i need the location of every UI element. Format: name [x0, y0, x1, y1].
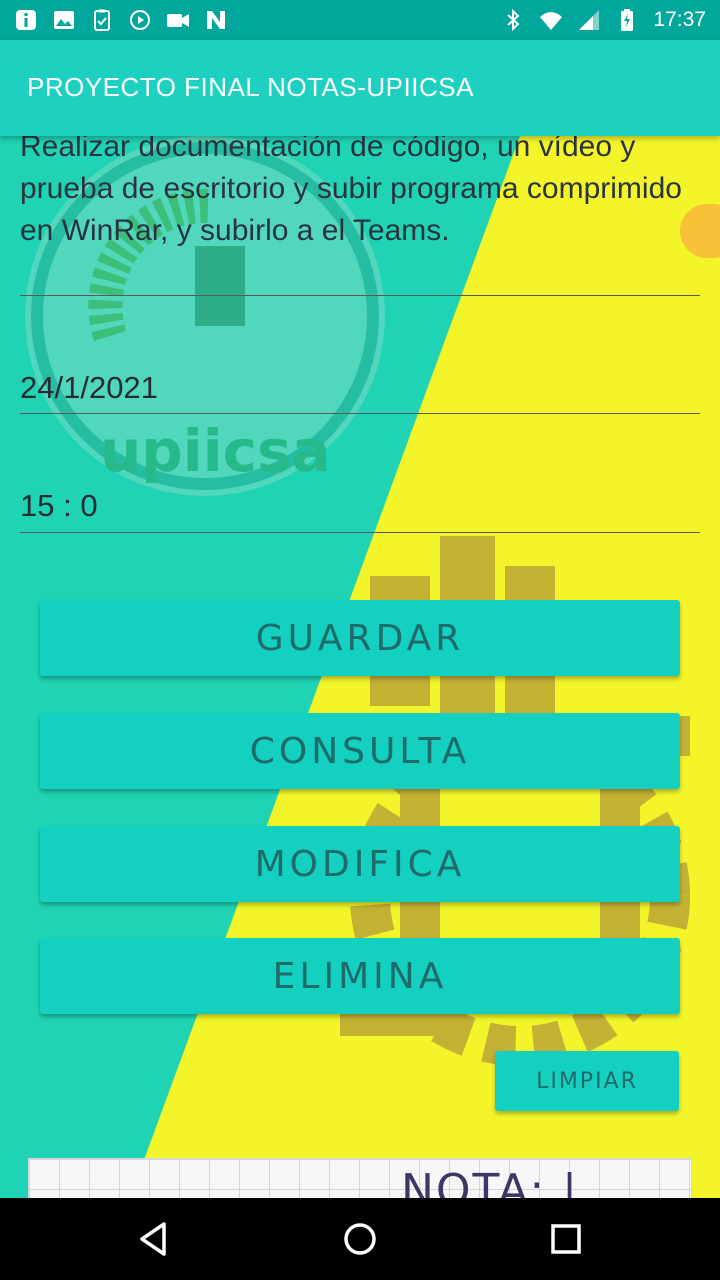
- video-icon: [167, 14, 189, 27]
- notification-icons: [14, 6, 228, 34]
- note-card[interactable]: NOTA: |: [28, 1158, 692, 1198]
- play-icon: [130, 10, 150, 30]
- date-field[interactable]: 24/1/2021: [20, 370, 158, 406]
- svg-text:upiicsa: upiicsa: [100, 417, 331, 485]
- clipboard-icon: [94, 9, 110, 31]
- n-app-icon: [207, 11, 225, 29]
- bluetooth-icon: [507, 8, 520, 32]
- delete-button[interactable]: ELIMINA: [40, 938, 680, 1014]
- home-icon[interactable]: [337, 1216, 383, 1262]
- recents-icon[interactable]: [543, 1216, 589, 1262]
- image-icon: [54, 11, 74, 29]
- modify-button[interactable]: MODIFICA: [40, 826, 680, 902]
- signal-icon: [579, 10, 600, 30]
- query-button[interactable]: CONSULTA: [40, 713, 680, 789]
- description-field[interactable]: Realizar documentación de código, un víd…: [20, 136, 700, 252]
- save-button[interactable]: GUARDAR: [40, 600, 680, 676]
- note-title: NOTA: |: [401, 1165, 579, 1198]
- wifi-icon: [540, 12, 563, 30]
- clear-button[interactable]: LIMPIAR: [495, 1051, 679, 1111]
- back-icon[interactable]: [130, 1216, 176, 1262]
- time-field[interactable]: 15 : 0: [20, 488, 98, 524]
- note-form: upiicsa Realizar documentación de código…: [0, 136, 720, 1198]
- battery-icon: [621, 9, 634, 31]
- status-time: 17:37: [653, 8, 706, 31]
- system-icons: 17:37: [501, 6, 706, 34]
- date-underline: [20, 413, 700, 414]
- navigation-bar: [0, 1198, 720, 1280]
- info-icon: [16, 10, 36, 30]
- app-bar: PROYECTO FINAL NOTAS-UPIICSA: [0, 40, 720, 136]
- app-title: PROYECTO FINAL NOTAS-UPIICSA: [27, 72, 474, 102]
- time-underline: [20, 532, 700, 533]
- description-underline: [20, 295, 700, 296]
- status-bar: 17:37: [0, 0, 720, 40]
